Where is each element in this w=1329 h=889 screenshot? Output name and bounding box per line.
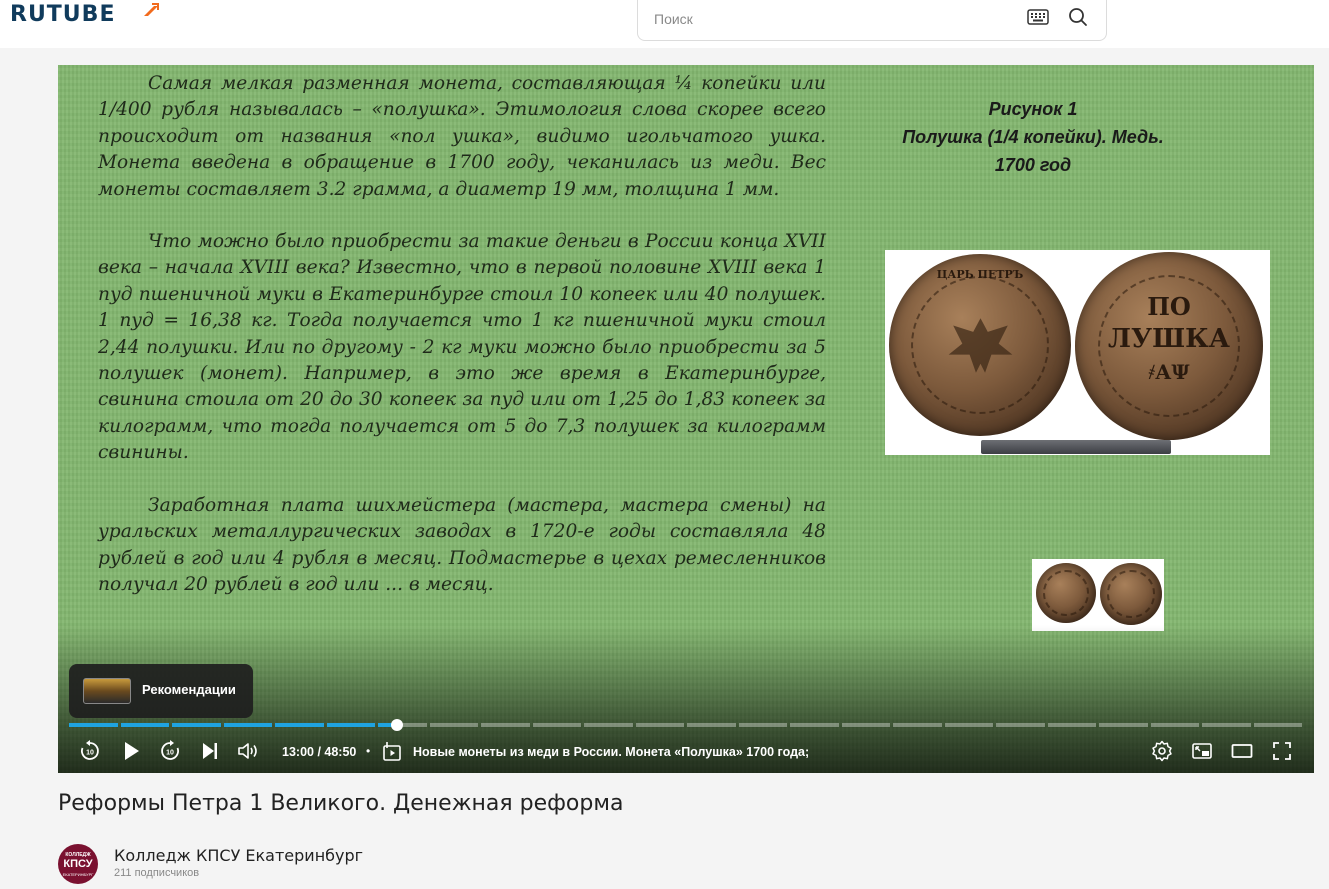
progress-segment[interactable] [429, 723, 478, 727]
time-display: 13:00 / 48:50 [282, 745, 356, 759]
time-separator: / [313, 745, 325, 759]
chapters-button[interactable] [380, 739, 404, 763]
avatar-text: КПСУ [63, 858, 93, 870]
logo-mark-icon [144, 3, 159, 16]
coin-reverse-text: ЛУШКА [1108, 324, 1230, 354]
progress-segment[interactable] [790, 723, 839, 727]
fullscreen-button[interactable] [1270, 739, 1294, 763]
search-input[interactable] [654, 8, 1014, 30]
figure-caption-line: 1700 год [994, 155, 1072, 175]
coin-reverse-text: ПО [1147, 292, 1191, 321]
progress-segment-played [275, 723, 324, 727]
progress-segment[interactable] [635, 723, 684, 727]
progress-segment[interactable] [893, 723, 942, 727]
progress-segment[interactable] [841, 723, 890, 727]
coin-photo-small [1032, 559, 1164, 631]
progress-segment[interactable] [1099, 723, 1148, 727]
forward-10-button[interactable]: 10 [158, 739, 182, 763]
progress-segment-played [69, 723, 118, 727]
coin-reverse-text: ҂АΨ [1148, 360, 1190, 384]
rutube-logo[interactable]: RUTUBE [10, 2, 115, 27]
progress-segment[interactable] [1047, 723, 1096, 727]
svg-text:10: 10 [86, 750, 94, 757]
coin-photo: ЦАРЬ ПЕТРЪ ПО ЛУШКА ҂АΨ [885, 250, 1270, 455]
fullscreen-icon [1273, 742, 1291, 760]
progress-segment[interactable] [1253, 723, 1302, 727]
slide-text: Самая мелкая разменная монета, составляю… [98, 71, 826, 624]
channel-avatar[interactable]: КОЛЛЕДЖ КПСУ ЕКАТЕРИНБУРГ [58, 844, 98, 884]
progress-bar[interactable] [69, 719, 1302, 731]
progress-segment[interactable] [687, 723, 736, 727]
figure-caption-line: Рисунок 1 [988, 99, 1078, 119]
slide-paragraph: Заработная плата шихмейстера (мастера, м… [98, 494, 826, 595]
recommendations-label: Рекомендации [142, 682, 236, 697]
player-controls: 10 10 13:00 / 48:50 • Новые монеты из ме… [58, 733, 1314, 773]
recommendations-button[interactable]: Рекомендации [69, 664, 253, 718]
theater-icon [1231, 744, 1253, 758]
coin-small-image [1036, 563, 1096, 623]
settings-button[interactable] [1150, 739, 1174, 763]
current-time: 13:00 [282, 745, 314, 759]
top-header: RUTUBE [0, 0, 1329, 48]
next-icon [203, 743, 217, 759]
progress-knob[interactable] [390, 719, 403, 731]
double-headed-eagle-icon [948, 317, 1012, 373]
slide-paragraph: Самая мелкая разменная монета, составляю… [98, 73, 826, 200]
chapter-title[interactable]: Новые монеты из меди в России. Монета «П… [413, 745, 809, 759]
progress-segment[interactable] [532, 723, 581, 727]
progress-segment-played [223, 723, 272, 727]
settings-icon [1152, 740, 1172, 762]
subscriber-count: 211 подписчиков [114, 867, 200, 879]
forward-10-icon: 10 [161, 740, 179, 760]
miniplayer-button[interactable] [1190, 739, 1214, 763]
channel-name[interactable]: Колледж КПСУ Екатеринбург [114, 846, 363, 865]
play-icon [125, 742, 139, 760]
progress-segment[interactable] [1202, 723, 1251, 727]
avatar-text: ЕКАТЕРИНБУРГ [62, 872, 94, 877]
theater-button[interactable] [1230, 739, 1254, 763]
rewind-10-button[interactable]: 10 [78, 739, 102, 763]
miniplayer-icon [1192, 743, 1212, 759]
volume-button[interactable] [236, 739, 260, 763]
separator-dot: • [366, 744, 371, 758]
progress-segment[interactable] [944, 723, 993, 727]
progress-segment[interactable] [1150, 723, 1199, 727]
chapters-icon [383, 742, 401, 761]
recommendation-thumbnail [83, 678, 131, 704]
progress-segment-played [120, 723, 169, 727]
coin-reverse-image: ПО ЛУШКА ҂АΨ [1075, 252, 1263, 440]
coin-obverse-legend: ЦАРЬ ПЕТРЪ [936, 268, 1024, 281]
progress-segment[interactable] [584, 723, 633, 727]
duration: 48:50 [324, 745, 357, 759]
progress-segment[interactable] [996, 723, 1045, 727]
progress-segment-played [326, 723, 375, 727]
coin-obverse-image: ЦАРЬ ПЕТРЪ [889, 254, 1071, 436]
play-button[interactable] [119, 739, 143, 763]
figure-caption-line: Полушка (1/4 копейки). Медь. [902, 127, 1164, 147]
slide-paragraph: Что можно было приобрести за такие деньг… [98, 231, 826, 464]
rewind-10-icon: 10 [81, 740, 99, 760]
figure-caption: Рисунок 1 Полушка (1/4 копейки). Медь. 1… [898, 95, 1168, 179]
progress-segment[interactable] [481, 723, 530, 727]
search-icon[interactable] [1068, 7, 1088, 27]
search-bar [637, 0, 1107, 41]
video-title: Реформы Петра 1 Великого. Денежная рефор… [58, 791, 624, 816]
svg-text:10: 10 [166, 750, 174, 757]
next-button[interactable] [198, 739, 222, 763]
coin-small-image [1100, 563, 1162, 625]
video-player[interactable]: Самая мелкая разменная монета, составляю… [58, 65, 1314, 773]
progress-segment-played [172, 723, 221, 727]
progress-segment[interactable] [738, 723, 787, 727]
coin-stand [981, 440, 1171, 454]
volume-icon [238, 743, 257, 759]
keyboard-icon[interactable] [1027, 9, 1049, 25]
